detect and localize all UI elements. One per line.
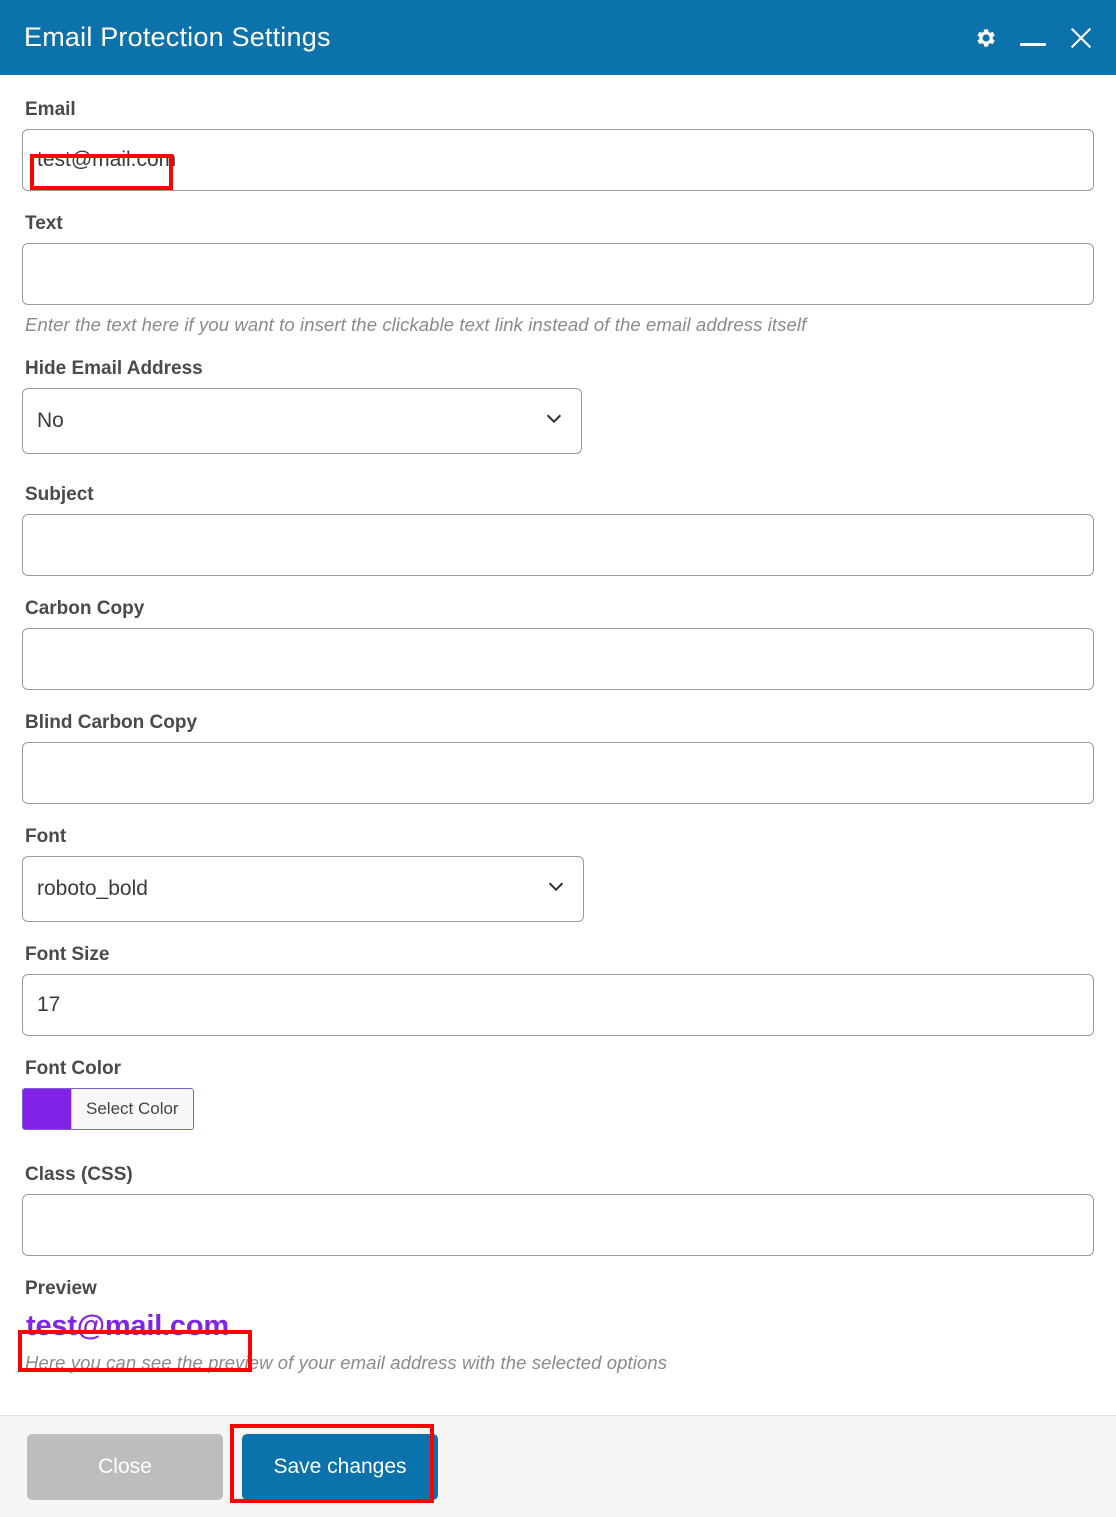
preview-label: Preview	[25, 1278, 97, 1299]
select-color-button[interactable]: Select Color	[71, 1089, 193, 1129]
blind-carbon-copy-label: Blind Carbon Copy	[25, 712, 198, 733]
field-blind-carbon-copy: Blind Carbon Copy	[22, 712, 1094, 804]
text-help: Enter the text here if you want to inser…	[25, 314, 807, 335]
hide-email-address-select[interactable]: No	[22, 388, 582, 454]
subject-label: Subject	[25, 484, 94, 505]
field-hide-email-address: Hide Email Address No	[22, 358, 1094, 454]
save-changes-button[interactable]: Save changes	[242, 1433, 438, 1500]
email-label: Email	[25, 99, 76, 120]
font-label: Font	[25, 826, 67, 847]
minimize-icon[interactable]	[1016, 21, 1050, 55]
hide-email-address-value: No	[37, 409, 64, 432]
font-color-label: Font Color	[25, 1058, 122, 1079]
email-input[interactable]: test@mail.com	[22, 129, 1094, 191]
preview-value-wrap: test@mail.com	[22, 1308, 1094, 1343]
hide-email-address-label: Hide Email Address	[25, 358, 203, 379]
dialog-footer: Close Save changes	[0, 1415, 1116, 1517]
preview-help: Here you can see the preview of your ema…	[25, 1352, 668, 1374]
settings-form: Email test@mail.com Text Enter the text …	[0, 75, 1116, 1415]
preview-email-value: test@mail.com	[26, 1310, 229, 1342]
gear-icon[interactable]	[968, 21, 1002, 55]
text-input[interactable]	[22, 243, 1094, 305]
field-text: Text Enter the text here if you want to …	[22, 213, 1094, 336]
window-controls	[968, 21, 1098, 55]
blind-carbon-copy-input[interactable]	[22, 742, 1094, 804]
carbon-copy-label: Carbon Copy	[25, 598, 145, 619]
font-value: roboto_bold	[37, 877, 148, 900]
text-label: Text	[25, 213, 63, 234]
font-size-label: Font Size	[25, 944, 110, 965]
close-icon[interactable]	[1064, 21, 1098, 55]
subject-input[interactable]	[22, 514, 1094, 576]
close-button[interactable]: Close	[27, 1433, 223, 1500]
field-email: Email test@mail.com	[22, 99, 1094, 191]
field-subject: Subject	[22, 484, 1094, 576]
window-titlebar: Email Protection Settings	[0, 0, 1116, 75]
carbon-copy-input[interactable]	[22, 628, 1094, 690]
field-font-color: Font Color Select Color	[22, 1058, 1094, 1134]
class-css-label: Class (CSS)	[25, 1164, 133, 1185]
field-font: Font roboto_bold	[22, 826, 1094, 922]
color-swatch	[23, 1089, 71, 1129]
font-size-input[interactable]: 17	[22, 974, 1094, 1036]
font-color-picker[interactable]: Select Color	[22, 1088, 194, 1130]
class-css-input[interactable]	[22, 1194, 1094, 1256]
field-font-size: Font Size 17	[22, 944, 1094, 1036]
field-preview: Preview test@mail.com Here you can see t…	[22, 1278, 1094, 1374]
window-title: Email Protection Settings	[24, 22, 331, 52]
chevron-down-icon	[543, 407, 565, 435]
field-class-css: Class (CSS)	[22, 1164, 1094, 1256]
chevron-down-icon	[545, 875, 567, 903]
font-select[interactable]: roboto_bold	[22, 856, 584, 922]
field-carbon-copy: Carbon Copy	[22, 598, 1094, 690]
